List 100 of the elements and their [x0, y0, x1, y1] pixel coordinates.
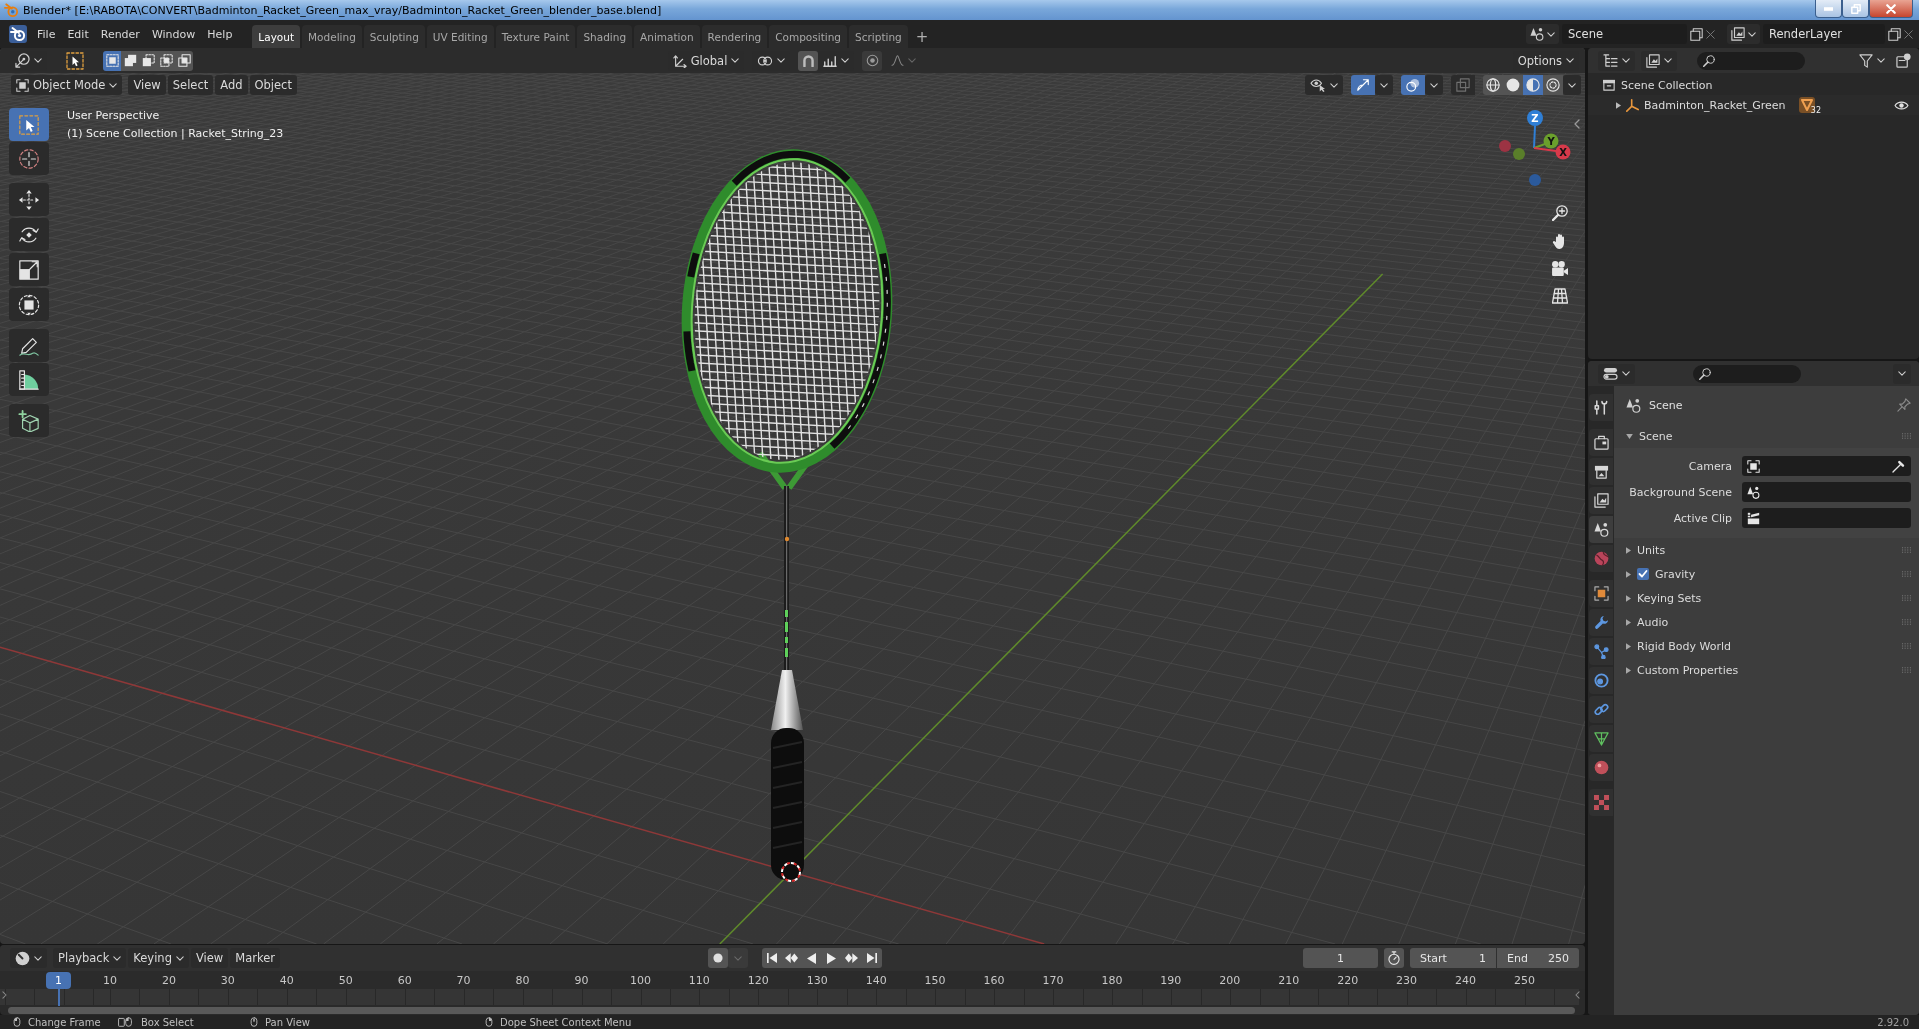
jump-end-button[interactable] [861, 948, 882, 968]
jump-start-button[interactable] [761, 948, 782, 968]
scene-browse-button[interactable] [1526, 24, 1559, 44]
zoom-icon[interactable] [1551, 205, 1568, 221]
search-field[interactable] [1693, 364, 1801, 383]
drag-handle-icon[interactable] [1902, 643, 1911, 649]
gizmo-x-axis[interactable]: X [1533, 144, 1571, 160]
xray-toggle[interactable] [1451, 75, 1475, 95]
gizmo-z-axis[interactable]: Z [1527, 110, 1543, 149]
panel-title[interactable]: Gravity [1655, 567, 1696, 581]
properties-tab[interactable] [1589, 609, 1613, 636]
pin-icon[interactable] [1897, 398, 1911, 412]
menu-item[interactable]: Help [201, 24, 239, 44]
auto-keying-toggle[interactable] [707, 948, 728, 968]
timeline-menu[interactable]: Marker [230, 948, 280, 968]
drag-handle-icon[interactable] [1902, 433, 1911, 439]
annotate-tool[interactable] [9, 329, 49, 362]
expand-triangle-icon[interactable] [1626, 433, 1633, 439]
minimize-button[interactable] [1815, 0, 1842, 18]
shading-mode-button[interactable] [1503, 75, 1523, 95]
transform-tool[interactable] [9, 288, 49, 321]
view-layer-name-field[interactable]: RenderLayer [1763, 24, 1885, 44]
overlays-toggle[interactable] [1401, 75, 1425, 95]
start-frame-field[interactable]: Start 1 [1410, 948, 1496, 968]
properties-tab[interactable] [1589, 458, 1613, 485]
panel-title[interactable]: Audio [1637, 615, 1669, 629]
cursor-tool[interactable] [9, 142, 49, 175]
data-block-field[interactable] [1742, 456, 1911, 476]
header-menu[interactable]: Add [215, 75, 248, 95]
object-mode-menu[interactable]: Object Mode [11, 75, 123, 95]
add-cube-tool[interactable] [9, 404, 49, 437]
properties-tab[interactable] [1589, 638, 1613, 665]
properties-tab[interactable] [1589, 516, 1613, 543]
workspace-tab[interactable]: Animation [634, 25, 700, 48]
add-workspace-button[interactable]: + [909, 25, 935, 48]
shading-mode-button[interactable] [1483, 75, 1503, 95]
eye-icon[interactable] [1894, 99, 1909, 111]
close-icon[interactable] [1904, 29, 1913, 39]
drag-handle-icon[interactable] [1902, 595, 1911, 601]
movie-camera-icon[interactable] [1551, 261, 1568, 276]
panel-title[interactable]: Custom Properties [1637, 663, 1739, 677]
display-mode-menu[interactable] [1641, 50, 1677, 71]
properties-tab[interactable] [1589, 394, 1613, 421]
panel-title[interactable]: Keying Sets [1637, 591, 1702, 605]
copy-icon[interactable] [1888, 27, 1901, 41]
expand-triangle-icon[interactable] [1626, 594, 1631, 602]
workspace-tab[interactable]: Texture Paint [495, 25, 576, 48]
workspace-tab[interactable]: Modeling [302, 25, 362, 48]
workspace-tab[interactable]: Layout [252, 25, 301, 48]
playhead[interactable]: 1 [46, 972, 71, 1006]
properties-tab[interactable] [1589, 696, 1613, 723]
gizmo-negative-y-dot[interactable] [1513, 148, 1525, 160]
close-window-button[interactable] [1869, 0, 1913, 18]
properties-tab[interactable] [1589, 580, 1613, 607]
drag-handle-icon[interactable] [1902, 571, 1911, 577]
editor-type-menu[interactable] [10, 948, 47, 968]
timeline-menu[interactable]: Keying [128, 948, 189, 968]
data-block-field[interactable] [1742, 508, 1911, 528]
menu-item[interactable]: Render [94, 24, 146, 44]
workspace-tab[interactable]: UV Editing [426, 25, 494, 48]
move-tool[interactable] [9, 183, 49, 216]
panel-title[interactable]: Scene [1639, 429, 1673, 443]
snap-toggle[interactable] [798, 50, 819, 71]
scale-tool[interactable] [9, 253, 49, 286]
properties-tab[interactable] [1589, 429, 1613, 456]
panel-title[interactable]: Rigid Body World [1637, 639, 1731, 653]
properties-tab[interactable] [1589, 667, 1613, 694]
scene-name-field[interactable]: Scene [1562, 24, 1687, 44]
outliner-item[interactable]: Badminton_Racket_Green [1644, 98, 1786, 112]
header-menu[interactable]: Select [167, 75, 214, 95]
menu-item[interactable]: Window [145, 24, 202, 44]
panel-title[interactable]: Units [1637, 543, 1666, 557]
shading-mode-button[interactable] [1543, 75, 1563, 95]
header-menu[interactable]: View [128, 75, 166, 95]
selection-mode-button[interactable] [139, 50, 157, 71]
timeline-scrollbar[interactable] [8, 1006, 1575, 1014]
shading-options-button[interactable] [1563, 75, 1581, 95]
menu-item[interactable]: Edit [61, 24, 95, 44]
perspective-grid-icon[interactable] [1551, 288, 1568, 304]
dropdown-button[interactable] [1375, 75, 1393, 95]
measure-tool[interactable] [9, 363, 49, 396]
properties-tab[interactable] [1589, 487, 1613, 514]
workspace-tab[interactable]: Scripting [849, 25, 908, 48]
menu-item[interactable]: File [31, 24, 62, 44]
view-layer-browse-button[interactable] [1727, 24, 1760, 44]
dropdown-button[interactable] [1425, 75, 1443, 95]
gizmo-toggle[interactable] [1351, 75, 1375, 95]
search-field[interactable] [1697, 51, 1805, 70]
app-logo-icon[interactable] [9, 25, 27, 43]
expand-triangle-icon[interactable] [1626, 570, 1631, 578]
chevron-left-icon[interactable] [1575, 991, 1580, 999]
data-block-field[interactable] [1742, 482, 1911, 502]
new-collection-icon[interactable] [1896, 53, 1911, 68]
timeline-menu[interactable]: Playback [53, 948, 127, 968]
drag-handle-icon[interactable] [1902, 667, 1911, 673]
shading-mode-button[interactable] [1523, 75, 1543, 95]
outliner-item[interactable]: Scene Collection [1621, 78, 1713, 92]
proportional-edit-toggle[interactable] [862, 50, 883, 71]
selectability-menu[interactable] [1305, 75, 1343, 95]
workspace-tab[interactable]: Shading [577, 25, 633, 48]
